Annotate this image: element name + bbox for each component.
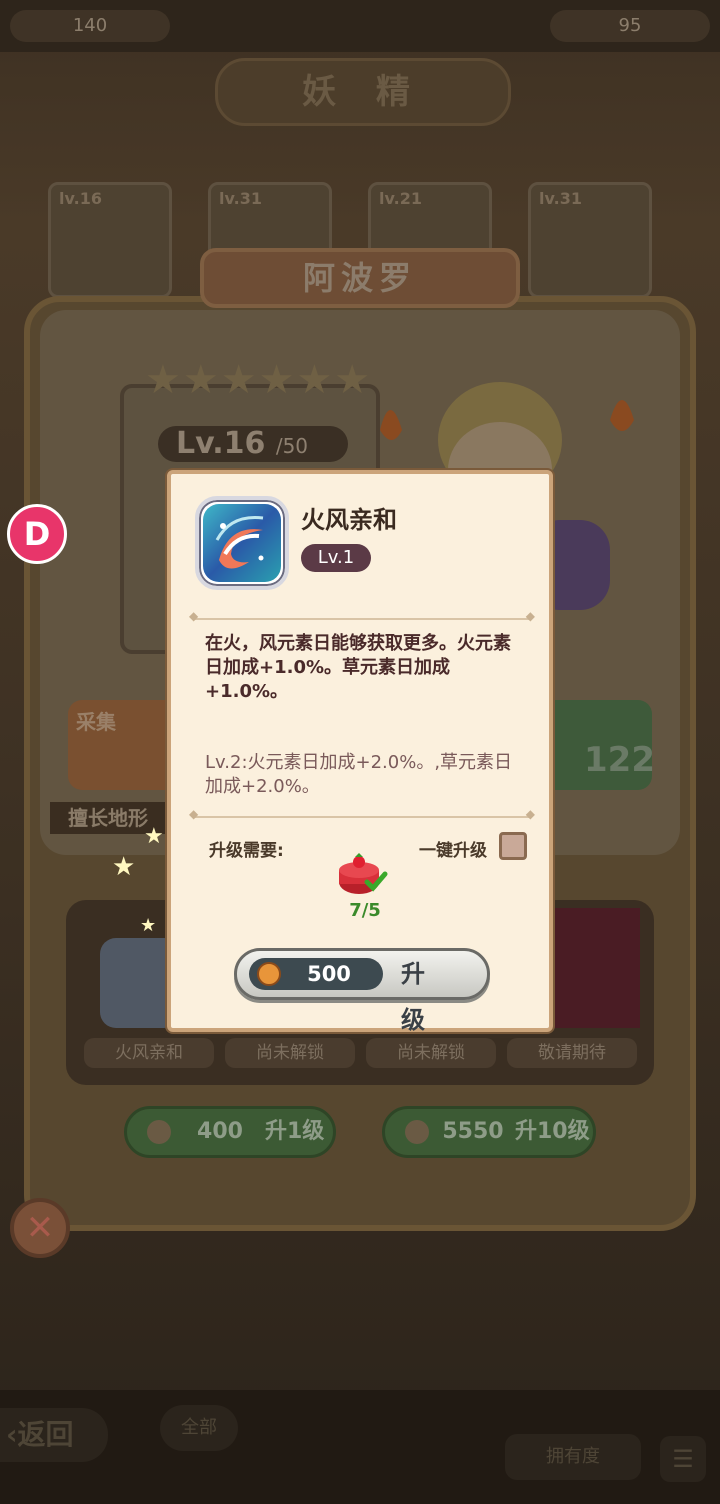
upgrade-10-levels-button[interactable]: 5550 升10级 — [382, 1106, 596, 1158]
upgrade-cost: 500 — [307, 962, 351, 986]
hero-card[interactable]: lv.31 — [528, 182, 652, 298]
sparkle-star-icon: ★ — [140, 915, 157, 936]
coin-icon — [147, 1120, 171, 1144]
floating-app-logo-icon[interactable]: D — [7, 504, 67, 564]
hero-level-current: Lv.16 — [176, 426, 266, 461]
page-title: 妖 精 — [215, 58, 511, 126]
star-icon: ★ — [145, 357, 181, 403]
star-icon: ★ — [220, 357, 257, 403]
coin-icon — [405, 1120, 429, 1144]
hero-card[interactable]: lv.16 — [48, 182, 172, 298]
skill-detail-popup: 火风亲和 Lv.1 在火，风元素日能够获取更多。火元素日加成+1.0%。草元素日… — [167, 470, 553, 1034]
hero-card-level: lv.31 — [539, 189, 582, 208]
skill-level-badge: Lv.1 — [301, 544, 371, 572]
next-level-description: Lv.2:火元素日加成+2.0%。,草元素日加成+2.0%。 — [205, 752, 513, 797]
back-button[interactable]: ‹返回 — [0, 1408, 108, 1462]
star-icon: ★ — [182, 357, 219, 403]
upgrade-label: 升 级 — [401, 960, 435, 1034]
locked-curtain — [548, 908, 640, 1028]
wind-fire-swirl-icon — [203, 504, 281, 582]
resource-right: 95 — [550, 10, 710, 42]
close-icon: ✕ — [25, 1208, 55, 1248]
star-icon: ★ — [258, 357, 295, 403]
divider — [189, 807, 535, 821]
divider — [189, 609, 535, 623]
coin-icon — [257, 962, 281, 986]
upgrade-cost-pill: 500 — [249, 958, 383, 990]
material-count: 7/5 — [349, 900, 381, 921]
resource-left-value: 140 — [72, 15, 108, 36]
upgrade-10-label: 升10级 — [515, 1119, 590, 1144]
resource-right-value: 95 — [618, 15, 642, 36]
filter-all-tab[interactable]: 全部 — [160, 1405, 238, 1451]
upgrade-button[interactable]: 500 升 级 — [234, 948, 490, 1034]
hero-level-max: /50 — [275, 434, 309, 458]
back-label: 返回 — [17, 1418, 74, 1451]
resource-left: 140 — [10, 10, 170, 42]
hero-card-level: lv.16 — [59, 189, 102, 208]
strawberry-cake-icon — [339, 853, 388, 894]
upgrade-10-cost: 5550 — [442, 1119, 504, 1144]
skill-name: 火风亲和 — [301, 506, 397, 534]
sparkle-star-icon: ★ — [112, 852, 136, 882]
star-icon: ★ — [334, 357, 371, 403]
sparkle-star-icon: ★ — [144, 824, 164, 849]
skill-slot-label[interactable]: 火风亲和 — [84, 1038, 214, 1068]
hero-card-level: lv.31 — [219, 189, 262, 208]
chevron-left-icon: ‹ — [6, 1418, 18, 1451]
list-menu-button[interactable]: ☰ — [660, 1436, 706, 1482]
list-icon: ☰ — [672, 1445, 694, 1473]
skill-slot-label[interactable]: 尚未解锁 — [225, 1038, 355, 1068]
hero-level: Lv.16 /50 — [158, 426, 348, 462]
close-button[interactable]: ✕ — [10, 1198, 70, 1258]
upgrade-requirement-label: 升级需要: — [209, 841, 284, 861]
stat-card-gather-label: 采集 — [76, 710, 116, 734]
hero-star-rating: ★ ★ ★ ★ ★ ★ — [145, 357, 370, 403]
upgrade-1-label: 升1级 — [265, 1119, 325, 1144]
ownership-sort-button[interactable]: 拥有度 — [505, 1434, 641, 1480]
upgrade-1-level-button[interactable]: 400 升1级 — [124, 1106, 336, 1158]
stat-card-right-value: 122 — [584, 740, 655, 780]
skill-description: 在火，风元素日能够获取更多。火元素日加成+1.0%。草元素日加成+1.0%。 — [205, 633, 511, 702]
one-click-upgrade-label: 一键升级 — [419, 841, 487, 861]
hero-name-banner: 阿波罗 — [200, 248, 520, 308]
skill-slot-label[interactable]: 敬请期待 — [507, 1038, 637, 1068]
hero-card-level: lv.21 — [379, 189, 422, 208]
one-click-upgrade-checkbox[interactable] — [499, 832, 527, 860]
star-icon: ★ — [296, 357, 333, 403]
upgrade-1-cost: 400 — [197, 1119, 243, 1144]
skill-icon — [195, 496, 289, 590]
